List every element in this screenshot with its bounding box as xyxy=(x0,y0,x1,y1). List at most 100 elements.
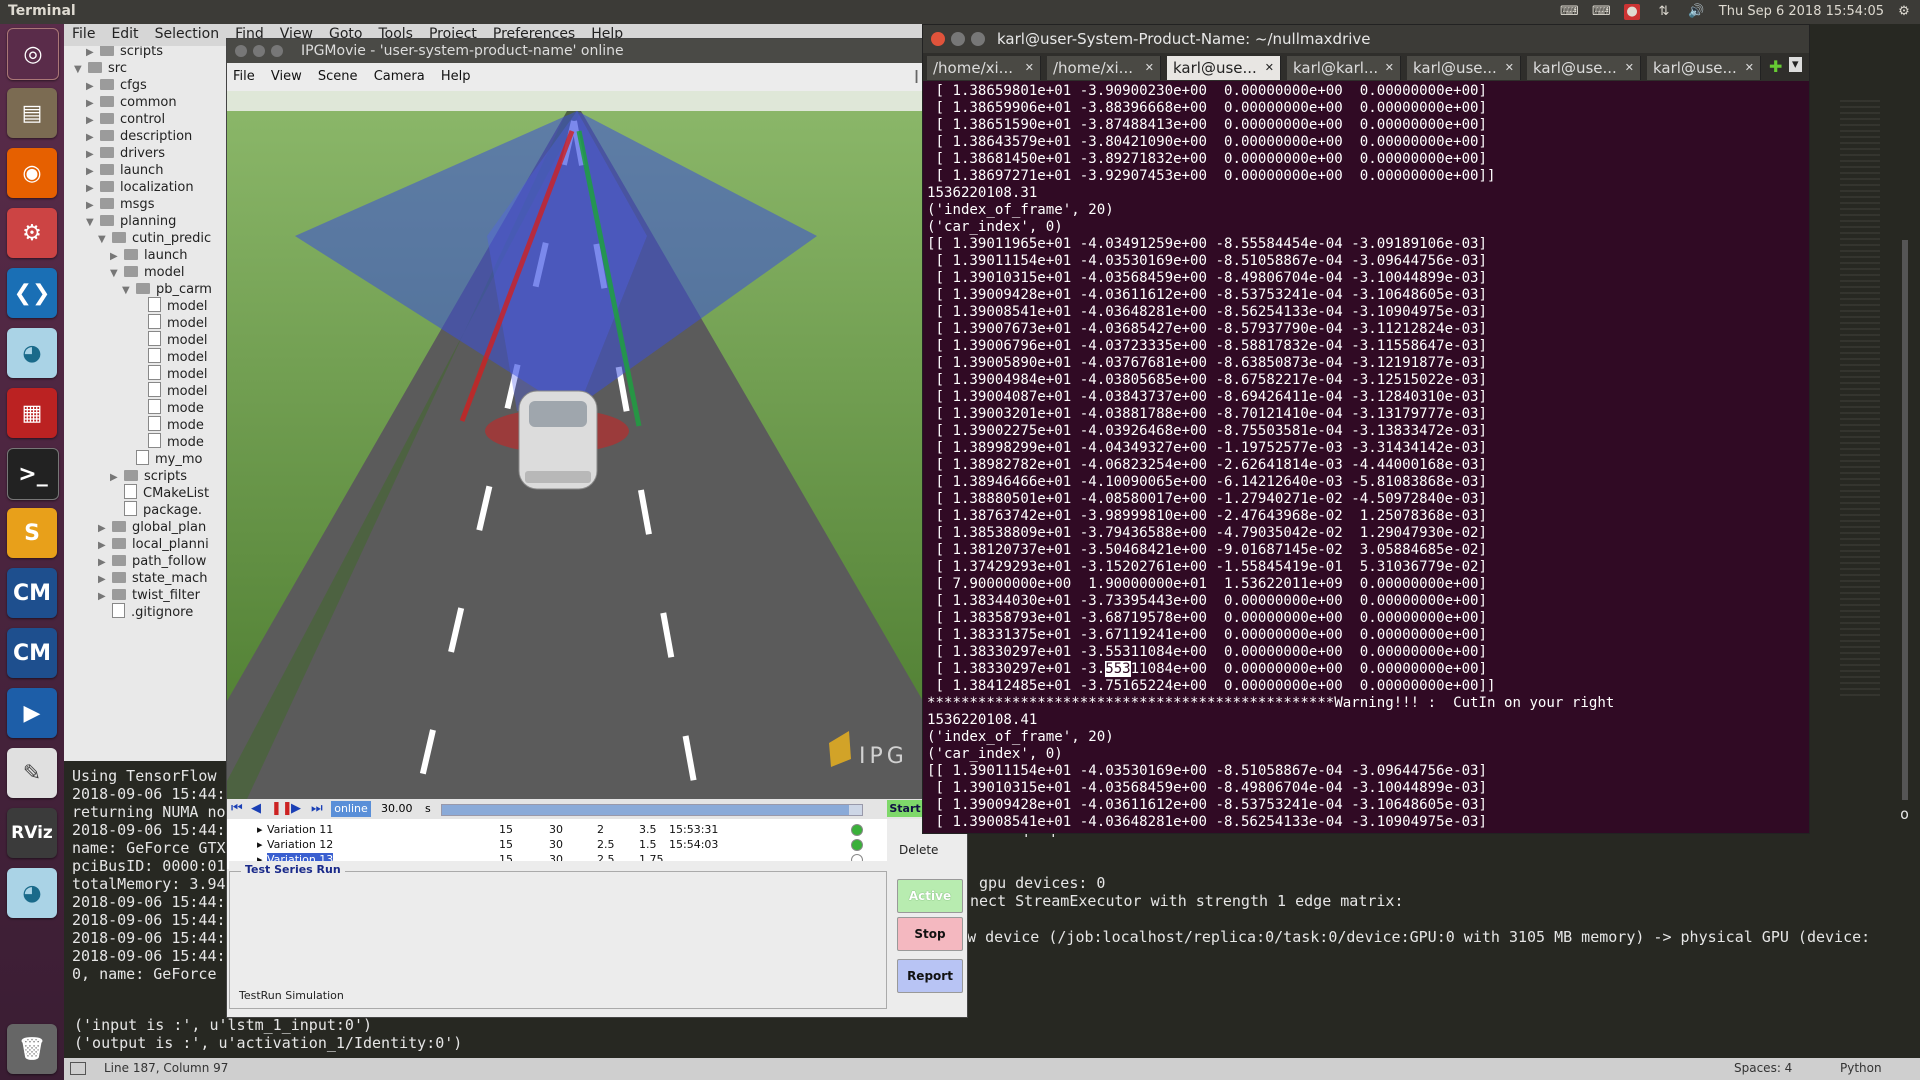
terminal-tab[interactable]: karl@use... ✕ xyxy=(1647,56,1761,80)
sidebar-item-label: mode xyxy=(167,418,204,433)
time-slider[interactable] xyxy=(441,804,863,816)
output-line: 2018-09-06 15:44: xyxy=(72,893,226,911)
output-line: returning NUMA no xyxy=(72,803,226,821)
new-tab-icon[interactable]: ✚ xyxy=(1769,57,1782,76)
carmaker-icon-2[interactable]: CM xyxy=(7,628,57,678)
close-tab-icon[interactable]: ✕ xyxy=(1385,56,1394,80)
close-tab-icon[interactable]: ✕ xyxy=(1265,56,1274,80)
video-icon[interactable]: ▦ xyxy=(7,388,57,438)
close-tab-icon[interactable]: ✕ xyxy=(1145,56,1154,80)
clock[interactable]: Thu Sep 6 2018 15:54:05 xyxy=(1719,4,1884,19)
skip-back-icon[interactable]: ⏮ xyxy=(231,801,243,816)
terminal-tab[interactable]: karl@use... ✕ xyxy=(1527,56,1641,80)
ubuntu-icon[interactable]: ◎ xyxy=(7,28,59,80)
expand-icon[interactable]: ▸ xyxy=(257,823,263,836)
rviz-icon[interactable]: RViz xyxy=(7,808,57,858)
maximize-icon[interactable] xyxy=(971,32,985,46)
ipg-titlebar[interactable]: IPGMovie - 'user-system-product-name' on… xyxy=(227,39,967,63)
delete-button[interactable]: Delete xyxy=(899,843,938,857)
record-icon[interactable]: ● xyxy=(1624,4,1640,20)
tabs-dropdown-icon[interactable]: ▾ xyxy=(1789,57,1802,72)
terminal-tab[interactable]: /home/xi... ✕ xyxy=(927,56,1041,80)
minimize-icon[interactable] xyxy=(253,45,265,57)
sidebar-item[interactable]: .gitignore xyxy=(98,603,193,623)
tab-label: karl@use... xyxy=(1173,59,1257,77)
keyboard-layout-icon[interactable]: ⌨ xyxy=(1592,4,1611,20)
skip-forward-icon[interactable]: ⏭ xyxy=(311,801,323,816)
expand-icon[interactable]: ▸ xyxy=(257,838,263,851)
close-tab-icon[interactable]: ✕ xyxy=(1505,56,1514,80)
volume-icon[interactable]: 🔊 xyxy=(1688,4,1704,20)
active-button[interactable]: Active xyxy=(897,879,963,913)
test-series-run-panel: Test Series Run TestRun Simulation xyxy=(229,861,889,1011)
close-icon[interactable] xyxy=(235,45,247,57)
menu-edit[interactable]: Edit xyxy=(111,26,138,42)
firefox-icon[interactable]: ◉ xyxy=(7,148,57,198)
stop-button[interactable]: Stop xyxy=(897,917,963,951)
terminal-tab[interactable]: karl@use... ✕ xyxy=(1167,56,1281,80)
menu-file[interactable]: File xyxy=(72,26,95,42)
close-tab-icon[interactable]: ✕ xyxy=(1745,56,1754,80)
folder-icon xyxy=(88,62,102,73)
terminal-tab[interactable]: karl@karl... ✕ xyxy=(1287,56,1401,80)
terminal-line: [ 1.38330297e+01 -3.55311084e+00 0.00000… xyxy=(927,661,1805,678)
terminal-output[interactable]: [ 1.38659801e+01 -3.90900230e+00 0.00000… xyxy=(927,83,1805,831)
terminal-tab[interactable]: karl@use... ✕ xyxy=(1407,56,1521,80)
file-icon xyxy=(148,399,161,414)
menu-scene[interactable]: Scene xyxy=(318,69,358,84)
menu-camera[interactable]: Camera xyxy=(374,69,425,84)
carmaker-icon-1[interactable]: CM xyxy=(7,568,57,618)
online-status[interactable]: online xyxy=(331,801,371,817)
simulation-viewport[interactable]: IPG xyxy=(227,91,923,799)
report-button[interactable]: Report xyxy=(897,959,963,993)
player-icon[interactable]: ▶ xyxy=(7,688,57,738)
build-output-panel[interactable]: Using TensorFlow 2018-09-06 15:44: returni… xyxy=(64,761,226,1051)
ipg-menubar: File View Scene Camera Help IPG xyxy=(227,65,967,89)
step-back-icon[interactable]: ◀ xyxy=(251,801,261,816)
menu-help[interactable]: Help xyxy=(441,69,471,84)
close-tab-icon[interactable]: ✕ xyxy=(1025,56,1034,80)
indentation[interactable]: Spaces: 4 xyxy=(1734,1061,1792,1075)
menu-view[interactable]: View xyxy=(271,69,302,84)
code-minimap[interactable] xyxy=(1810,60,1920,800)
wechat-icon[interactable]: ◕ xyxy=(7,328,57,378)
wechat-icon[interactable]: ◕ xyxy=(7,868,57,918)
menu-selection[interactable]: Selection xyxy=(155,26,220,42)
close-icon[interactable] xyxy=(931,32,945,46)
terminal-line: [ 1.39006796e+01 -4.03723335e+00 -8.5881… xyxy=(927,338,1488,354)
network-icon[interactable]: ⇅ xyxy=(1656,4,1672,20)
terminal-line: 1536220108.41 xyxy=(927,712,1038,728)
play-icon[interactable]: ▶ xyxy=(291,801,301,816)
variation-row[interactable]: ▸ Variation 12 15 30 2.5 1.5 15:54:03 xyxy=(227,838,863,852)
folder-icon xyxy=(100,46,114,56)
keyboard-icon[interactable]: ⌨ xyxy=(1560,4,1579,20)
terminal-tab[interactable]: /home/xi... ✕ xyxy=(1047,56,1161,80)
terminal-line: [ 1.38330297e+01 -3.55311084e+00 0.00000… xyxy=(927,644,1488,660)
terminal-titlebar[interactable]: karl@user-System-Product-Name: ~/nullmax… xyxy=(923,25,1809,53)
close-tab-icon[interactable]: ✕ xyxy=(1625,56,1634,80)
editor-icon[interactable]: ✎ xyxy=(7,748,57,798)
vscode-icon[interactable]: ❮❯ xyxy=(7,268,57,318)
output-line: ('input is :', u'lstm_1_input:0') xyxy=(74,1016,373,1034)
sidebar-item-label: model xyxy=(167,367,208,382)
panel-toggle-icon[interactable] xyxy=(70,1062,86,1075)
cm-label: CM xyxy=(12,580,52,606)
minimize-icon[interactable] xyxy=(951,32,965,46)
files-icon[interactable]: ▤ xyxy=(7,88,57,138)
trash-icon[interactable]: 🗑 xyxy=(7,1024,57,1074)
variation-row[interactable]: ▸ Variation 11 15 30 2 3.5 15:53:31 xyxy=(227,823,863,837)
syntax[interactable]: Python xyxy=(1840,1061,1882,1075)
maximize-icon[interactable] xyxy=(271,45,283,57)
sublime-sidebar[interactable]: ▶ scripts ▼ src ▶ cfgs ▶ common ▶ control ▶ descrip… xyxy=(64,46,226,761)
sidebar-item-label: .gitignore xyxy=(131,605,194,620)
sidebar-item-label: msgs xyxy=(120,197,155,212)
menu-file[interactable]: File xyxy=(233,69,255,84)
time-slider-fill xyxy=(442,805,850,815)
gear-icon[interactable]: ⚙ xyxy=(1896,4,1912,20)
settings-icon[interactable]: ⚙ xyxy=(7,208,57,258)
sublime-icon[interactable]: S xyxy=(7,508,57,558)
pause-icon[interactable]: ❚❚ xyxy=(271,801,293,816)
variation-cell: 1.5 xyxy=(639,838,657,851)
terminal-icon[interactable]: >_ xyxy=(7,448,59,500)
start-button[interactable]: Start xyxy=(887,800,923,817)
